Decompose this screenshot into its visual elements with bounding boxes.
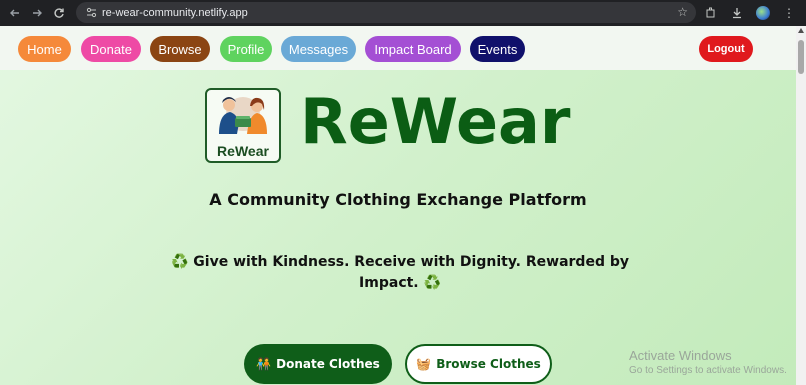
nav-donate-button[interactable]: Donate [81, 36, 141, 62]
recycle-icon: ♻️ [170, 254, 189, 270]
page-scrollbar[interactable] [796, 26, 806, 385]
brand-title: ReWear [300, 85, 571, 158]
nav-browse-button[interactable]: Browse [150, 36, 210, 62]
logo-people-illustration [219, 97, 267, 134]
page-content: Home Donate Browse Profile Messages Impa… [0, 26, 796, 385]
download-icon[interactable] [726, 2, 748, 24]
top-navigation-bar: Home Donate Browse Profile Messages Impa… [0, 26, 796, 70]
nav-impact-board-button[interactable]: Impact Board [365, 36, 461, 62]
recycle-icon: ♻️ [423, 275, 441, 291]
page-subtitle: A Community Clothing Exchange Platform [209, 190, 587, 209]
nav-events-button[interactable]: Events [470, 36, 525, 62]
extensions-icon[interactable] [700, 2, 722, 24]
nav-messages-button[interactable]: Messages [281, 36, 356, 62]
forward-icon[interactable] [26, 2, 48, 24]
activate-windows-watermark: Activate Windows Go to Settings to activ… [629, 348, 787, 376]
url-text: re-wear-community.netlify.app [102, 6, 248, 19]
browser-toolbar: re-wear-community.netlify.app ☆ ⋮ [0, 0, 806, 26]
menu-kebab-icon[interactable]: ⋮ [778, 2, 800, 24]
nav-profile-button[interactable]: Profile [220, 36, 272, 62]
watermark-subtitle: Go to Settings to activate Windows. [629, 365, 787, 376]
donate-clothes-button[interactable]: 🧑‍🤝‍🧑 Donate Clothes [244, 344, 392, 384]
bookmark-star-icon[interactable]: ☆ [677, 5, 688, 19]
site-info-icon[interactable] [80, 2, 102, 23]
tagline: ♻️ Give with Kindness. Receive with Dign… [150, 252, 650, 294]
scroll-up-arrow-icon[interactable] [798, 28, 804, 33]
watermark-title: Activate Windows [629, 348, 732, 363]
address-bar[interactable]: re-wear-community.netlify.app ☆ [76, 2, 696, 23]
donate-clothes-label: Donate Clothes [276, 357, 380, 371]
browse-clothes-button[interactable]: 🧺 Browse Clothes [405, 344, 552, 384]
browse-clothes-label: Browse Clothes [436, 357, 541, 371]
profile-avatar-icon [756, 6, 770, 20]
hands-icon: 🧑‍🤝‍🧑 [256, 357, 272, 371]
profile-avatar-button[interactable] [752, 2, 774, 24]
basket-icon: 🧺 [416, 357, 432, 371]
logout-button[interactable]: Logout [699, 36, 753, 62]
logo-text: ReWear [217, 143, 269, 159]
back-icon[interactable] [4, 2, 26, 24]
reload-icon[interactable] [48, 2, 70, 24]
scroll-thumb[interactable] [798, 40, 804, 74]
toolbar-actions: ⋮ [700, 0, 806, 26]
tagline-text: Give with Kindness. Receive with Dignity… [193, 254, 629, 291]
nav-home-button[interactable]: Home [18, 36, 71, 62]
rewear-logo: ReWear [205, 88, 281, 163]
